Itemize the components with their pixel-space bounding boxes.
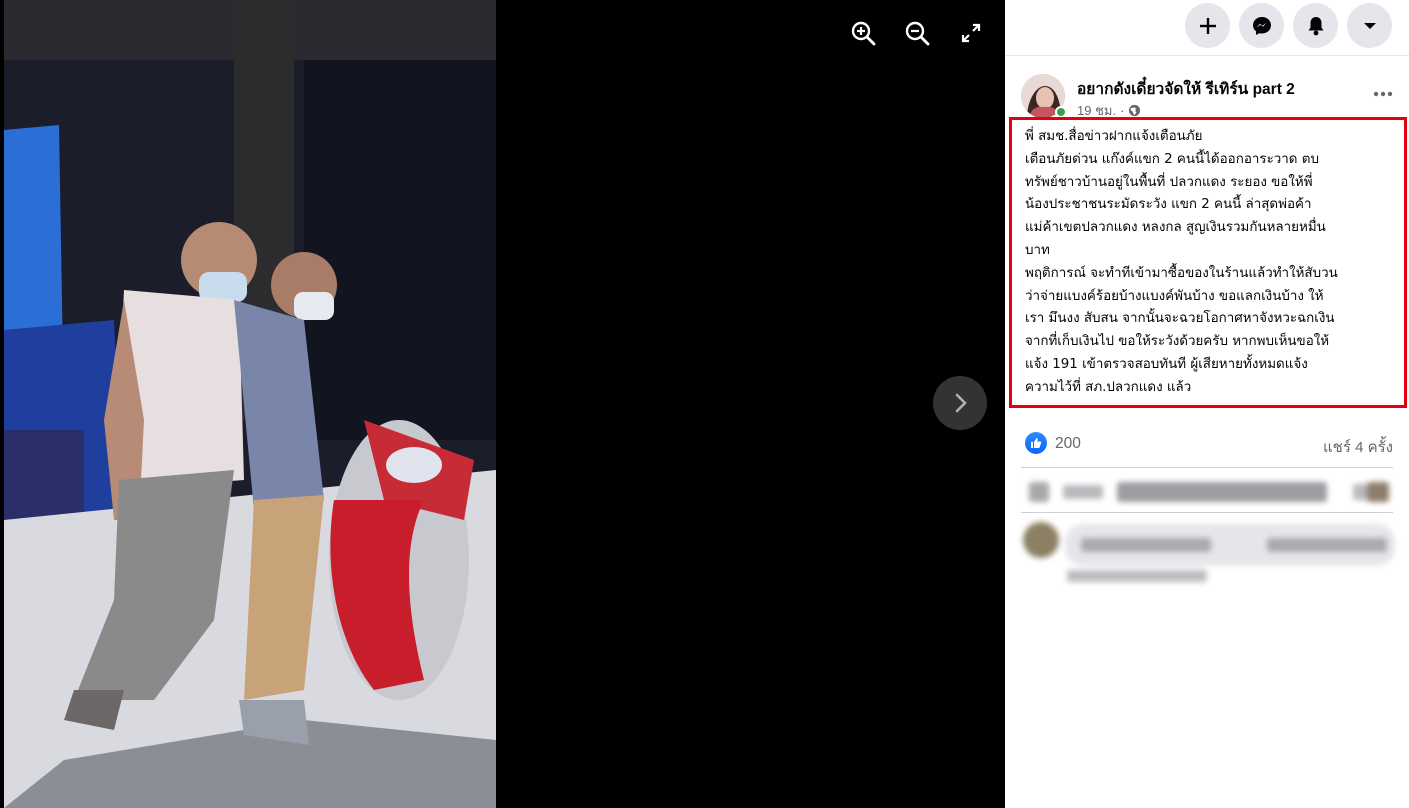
plus-icon [1199, 17, 1216, 34]
account-menu-button[interactable] [1347, 3, 1392, 48]
post-text-line: เรา มึนงง สับสน จากนั้นจะฉวยโอกาศหาจังหว… [1025, 311, 1335, 327]
zoom-out-button[interactable] [902, 18, 932, 48]
post-text: พี่ สมช.สื่อข่าวฝากแจ้งเตือนภัย เตือนภัย… [1012, 120, 1404, 400]
post-text-line: บาท [1025, 242, 1050, 258]
post-header: อยากดังเดี๋ยวจัดให้ รีเทิร์น part 2 19 ช… [1021, 72, 1401, 118]
post-options-button[interactable] [1365, 82, 1401, 106]
post-photo[interactable] [4, 0, 496, 808]
page-name[interactable]: อยากดังเดี๋ยวจัดให้ รีเทิร์น part 2 [1077, 76, 1295, 101]
post-panel: อยากดังเดี๋ยวจัดให้ รีเทิร์น part 2 19 ช… [1005, 0, 1409, 808]
fullscreen-icon [961, 23, 981, 43]
globe-icon [1129, 104, 1141, 117]
fullscreen-button[interactable] [956, 18, 986, 48]
post-text-line: แม่ค้าเขตปลวกแดง หลงกล สูญเงินรวมกันหลาย… [1025, 220, 1326, 236]
zoom-out-icon [905, 21, 930, 46]
zoom-in-button[interactable] [848, 18, 878, 48]
viewer-toolbar [848, 18, 986, 48]
next-photo-button[interactable] [933, 376, 987, 430]
bell-icon [1308, 16, 1323, 35]
post-text-line: ว่าจ่ายแบงค์ร้อยบ้างแบงค์พันบ้าง ขอแลกเง… [1025, 288, 1324, 304]
post-text-line: ความไว้ที่ สภ.ปลวกแดง แล้ว [1025, 379, 1192, 395]
chevron-right-icon [955, 393, 967, 413]
post-text-line: ทรัพย์ชาวบ้านอยู่ในพื้นที่ ปลวกแดง ระยอง… [1025, 174, 1313, 190]
post-text-line: พฤติการณ์ จะทำทีเข้ามาซื้อของในร้านแล้วท… [1025, 265, 1338, 281]
post-text-line: จากที่เก็บเงินไป ขอให้ระวังด้วยครับ หากพ… [1025, 334, 1330, 350]
highlighted-post-text: พี่ สมช.สื่อข่าวฝากแจ้งเตือนภัย เตือนภัย… [1009, 117, 1407, 408]
zoom-in-icon [851, 21, 876, 46]
photo-viewer [0, 0, 1005, 808]
divider [1021, 467, 1393, 468]
share-count[interactable]: แชร์ 4 ครั้ง [1323, 435, 1393, 459]
more-dots-icon [1373, 91, 1393, 97]
like-count[interactable]: 200 [1055, 435, 1081, 453]
post-text-line: เตือนภัยด่วน แก๊งค์แขก 2 คนนี้ได้ออกอาระ… [1025, 151, 1319, 167]
caret-down-icon [1363, 22, 1376, 29]
post-text-line: พี่ สมช.สื่อข่าวฝากแจ้งเตือนภัย [1025, 129, 1203, 144]
top-navbar [1005, 0, 1409, 56]
divider [1021, 512, 1393, 513]
post-text-line: แจ้ง 191 เข้าตรวจสอบทันที ผู้เสียหายทั้ง… [1025, 356, 1308, 372]
post-text-line: น้องประชาชนระมัดระวัง แขก 2 คนนี้ ล่าสุด… [1025, 197, 1312, 213]
create-button[interactable] [1185, 3, 1230, 48]
messenger-icon [1252, 16, 1271, 35]
notifications-button[interactable] [1293, 3, 1338, 48]
messenger-button[interactable] [1239, 3, 1284, 48]
like-reaction-icon[interactable] [1025, 432, 1047, 454]
reactions-bar: 200 แชร์ 4 ครั้ง [1023, 432, 1393, 456]
